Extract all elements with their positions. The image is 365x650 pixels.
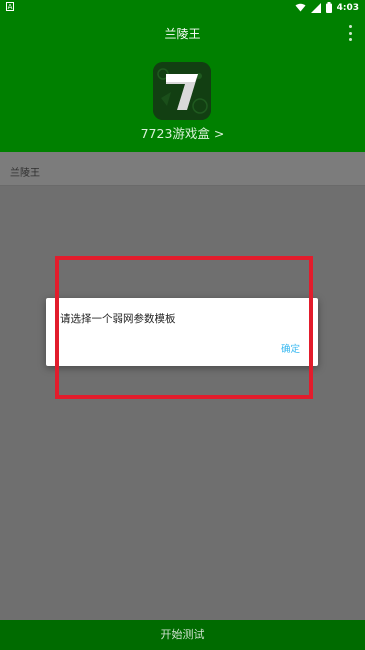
app-screen: A 4:03 兰陵王 7723游戏盒 > 兰陵王 请选择一个弱网参数模板 确定 … — [0, 0, 365, 650]
dialog-message: 请选择一个弱网参数模板 — [60, 313, 176, 325]
confirm-button[interactable]: 确定 — [281, 341, 300, 355]
signal-icon — [310, 2, 321, 13]
seven-logo-icon — [153, 62, 211, 120]
status-bar: A 4:03 — [0, 0, 365, 15]
start-test-button[interactable]: 开始测试 — [0, 620, 365, 650]
list-item-label: 兰陵王 — [10, 168, 40, 179]
page-title: 兰陵王 — [164, 27, 201, 41]
status-icons: 4:03 — [295, 1, 359, 14]
main-content: 兰陵王 — [0, 152, 365, 620]
app-header: 兰陵王 7723游戏盒 > — [0, 15, 365, 152]
list-item[interactable]: 兰陵王 — [0, 152, 365, 186]
status-time: 4:03 — [336, 2, 359, 13]
battery-icon — [325, 2, 332, 13]
notification-icon: A — [6, 2, 14, 11]
select-template-dialog: 请选择一个弱网参数模板 确定 — [46, 298, 318, 366]
app-logo-icon[interactable] — [153, 62, 211, 120]
wifi-icon — [295, 3, 306, 12]
more-vert-icon[interactable] — [347, 25, 353, 41]
app-store-link[interactable]: 7723游戏盒 > — [0, 123, 365, 142]
